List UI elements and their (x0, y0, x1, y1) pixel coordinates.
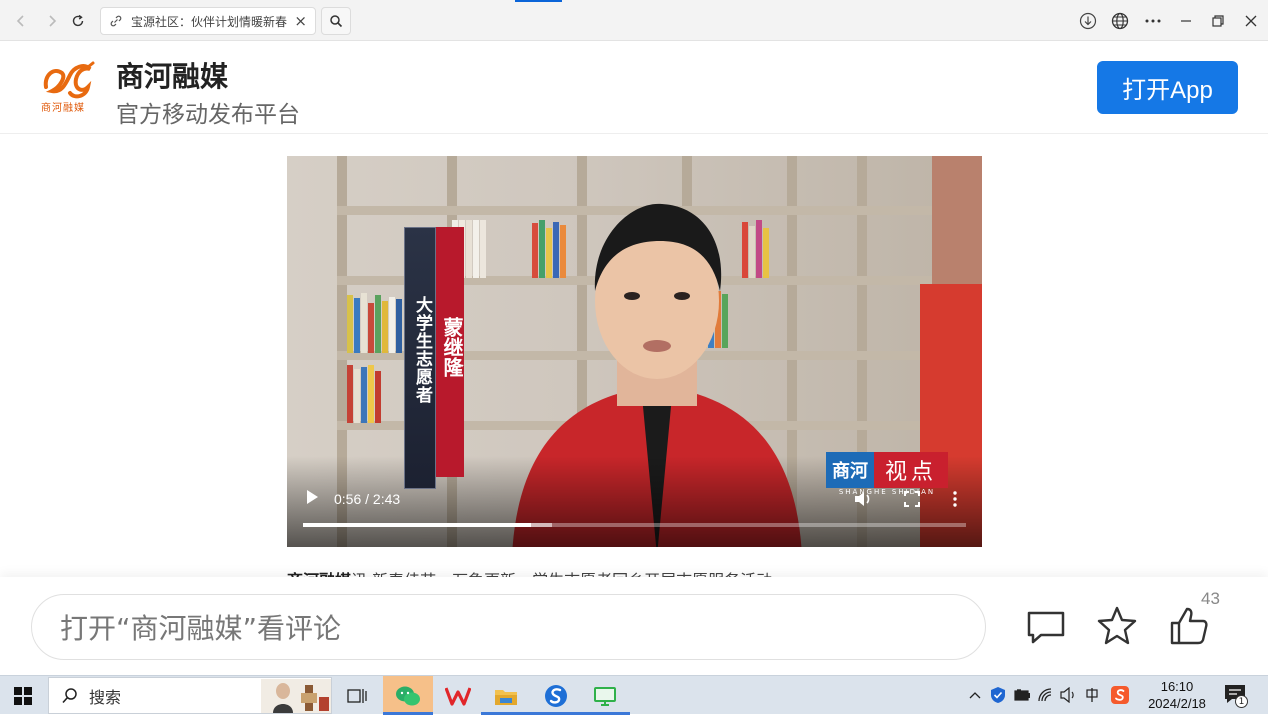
security-shield-icon[interactable] (989, 686, 1007, 704)
folder-icon (495, 689, 517, 705)
search-icon (62, 687, 77, 703)
video-player[interactable]: 大学生志愿者 蒙继隆 商河 视点 SHANGHE SHIDIAN 0:56 / … (287, 156, 982, 547)
close-icon (1245, 15, 1257, 27)
taskbar-remote-desktop[interactable] (580, 676, 630, 715)
taskbar-file-explorer[interactable] (481, 676, 531, 715)
forward-button[interactable] (40, 9, 64, 33)
wps-icon (445, 686, 471, 706)
taskbar-wps[interactable] (433, 676, 483, 715)
volume-tray-icon[interactable] (1060, 686, 1078, 704)
star-icon[interactable] (1096, 605, 1138, 647)
windows-start-icon[interactable] (14, 687, 32, 705)
channel-part3: SHANGHE SHIDIAN (838, 488, 936, 496)
globe-icon (1111, 12, 1129, 30)
site-name: 商河融媒 (116, 60, 229, 93)
open-app-button[interactable]: 打开App (1097, 61, 1238, 114)
browser-toolbar: 宝源社区：伙伴计划情暖新春 × (0, 0, 1268, 41)
wifi-icon[interactable] (1037, 686, 1055, 704)
clock-date: 2024/2/18 (1148, 696, 1206, 711)
taskbar-search[interactable]: 搜索 (48, 677, 332, 714)
channel-watermark: 商河 视点 SHANGHE SHIDIAN (826, 452, 948, 498)
caption-name-plate: 蒙继隆 (436, 227, 464, 477)
back-button[interactable] (9, 9, 33, 33)
reload-icon (72, 14, 84, 27)
site-subtitle: 官方移动发布平台 (116, 102, 300, 128)
fullscreen-icon[interactable] (903, 490, 921, 508)
download-icon (1079, 12, 1097, 30)
restore-button[interactable] (1205, 8, 1231, 34)
loading-indicator (515, 0, 562, 2)
video-time: 0:56 / 2:43 (334, 491, 401, 507)
taskbar-clock[interactable]: 16:10 2024/2/18 (1142, 678, 1212, 712)
comment-bar: 打开“商河融媒”看评论 43 (0, 577, 1268, 675)
site-header: 商河融媒 商河融媒 官方移动发布平台 打开App (0, 41, 1268, 134)
downloads-button[interactable] (1075, 8, 1101, 34)
channel-part2: 视点 (874, 452, 948, 488)
notification-center-button[interactable]: 1 (1224, 684, 1248, 708)
search-icon (330, 15, 343, 28)
arrow-right-icon (49, 15, 57, 27)
translate-button[interactable] (1107, 8, 1133, 34)
task-view-icon (347, 688, 367, 703)
close-window-button[interactable] (1238, 8, 1264, 34)
minimize-icon (1181, 20, 1191, 22)
more-vertical-icon[interactable] (951, 490, 959, 508)
wechat-icon (396, 686, 420, 705)
tab-current[interactable]: 宝源社区：伙伴计划情暖新春 × (100, 7, 316, 35)
monitor-icon (594, 686, 616, 706)
tab-close-icon[interactable]: × (294, 14, 307, 29)
reload-button[interactable] (66, 9, 90, 33)
like-count: 43 (1201, 589, 1220, 608)
search-tab-button[interactable] (321, 7, 351, 35)
menu-button[interactable] (1140, 8, 1166, 34)
search-highlight-illustration (261, 679, 331, 713)
battery-icon[interactable] (1013, 686, 1031, 704)
tray-expand-icon[interactable] (966, 686, 984, 704)
logo-text: 商河融媒 (41, 103, 85, 114)
channel-part1: 商河 (826, 452, 874, 488)
play-icon[interactable] (305, 489, 319, 505)
caption-role: 大学生志愿者 (412, 296, 432, 404)
caption-role-plate: 大学生志愿者 (404, 227, 436, 489)
notification-count: 1 (1235, 695, 1248, 708)
link-icon (110, 15, 122, 27)
taskbar-wechat[interactable] (383, 676, 433, 715)
more-horizontal-icon (1145, 19, 1161, 23)
comment-icon[interactable] (1025, 605, 1067, 647)
clock-time: 16:10 (1160, 679, 1194, 694)
input-method-icon[interactable] (1083, 686, 1101, 704)
tab-title: 宝源社区：伙伴计划情暖新春 (130, 14, 287, 29)
task-view-button[interactable] (332, 676, 382, 715)
browser-icon (545, 684, 567, 707)
caption-name: 蒙继隆 (440, 317, 464, 377)
restore-icon (1212, 15, 1224, 27)
taskbar-browser[interactable] (531, 676, 581, 715)
video-progress-bar[interactable] (303, 523, 966, 527)
taskbar-search-label: 搜索 (89, 687, 122, 707)
video-progress-fill (303, 523, 532, 527)
arrow-left-icon (16, 15, 24, 27)
taskbar: 搜索 16:10 2024/2/18 1 (0, 675, 1268, 715)
comment-input[interactable]: 打开“商河融媒”看评论 (31, 594, 986, 660)
volume-icon[interactable] (853, 490, 873, 508)
thumbs-up-icon[interactable] (1168, 605, 1210, 647)
minimize-button[interactable] (1173, 8, 1199, 34)
sogou-input-icon[interactable] (1111, 686, 1129, 704)
